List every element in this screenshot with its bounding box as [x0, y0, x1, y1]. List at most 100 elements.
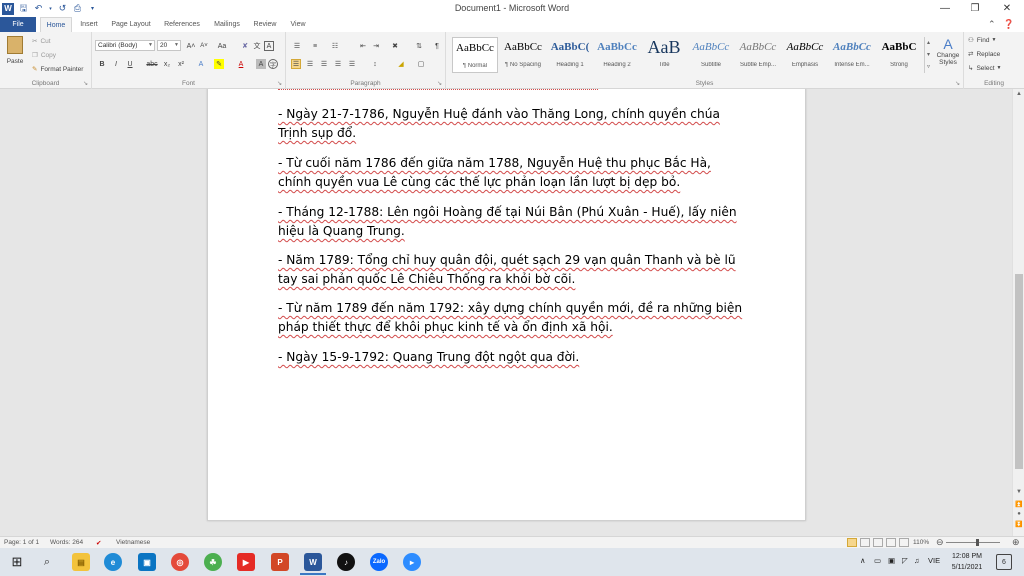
paragraph[interactable]: - Năm 1789: Tổng chỉ huy quân đội, quét …: [278, 251, 748, 289]
notifications-button[interactable]: 6: [996, 554, 1012, 570]
clear-formatting-icon[interactable]: ✘: [240, 41, 250, 51]
print-layout-view-button[interactable]: [847, 538, 857, 547]
draft-view-button[interactable]: [899, 538, 909, 547]
style-heading-1[interactable]: AaBbC( Heading 1: [547, 37, 593, 73]
tray-overflow-icon[interactable]: ∧: [860, 556, 866, 565]
bold-icon[interactable]: B: [97, 59, 107, 69]
change-styles-button[interactable]: A Change Styles: [934, 36, 962, 66]
font-name-combo[interactable]: Calibri (Body) ▼: [95, 40, 155, 51]
restore-button[interactable]: ❐: [960, 0, 990, 17]
superscript-icon[interactable]: x²: [176, 59, 186, 69]
tab-view[interactable]: View: [284, 17, 312, 32]
tab-mailings[interactable]: Mailings: [208, 17, 246, 32]
search-icon[interactable]: ⌕: [38, 553, 56, 571]
wifi-icon[interactable]: ◸: [902, 556, 908, 565]
asian-layout-icon[interactable]: ✖: [390, 41, 400, 51]
numbering-icon[interactable]: ≡: [310, 41, 320, 51]
style-strong[interactable]: AaBbC Strong: [876, 37, 922, 73]
style-title[interactable]: AaB Title: [641, 37, 687, 73]
close-button[interactable]: ✕: [992, 0, 1022, 17]
find-button[interactable]: ⚇ Find ▼: [968, 36, 996, 45]
battery-icon[interactable]: ▭: [874, 556, 881, 565]
align-center-icon[interactable]: ☰: [305, 59, 315, 69]
minimize-ribbon-icon[interactable]: ⌃: [988, 19, 996, 30]
powerpoint-icon[interactable]: P: [271, 553, 289, 571]
previous-page-icon[interactable]: ⏫: [1013, 501, 1024, 510]
youtube-icon[interactable]: ▶: [237, 553, 255, 571]
strikethrough-icon[interactable]: abc: [146, 59, 157, 69]
word-icon[interactable]: W: [304, 553, 322, 571]
select-button[interactable]: ↳ Select ▼: [968, 64, 1001, 73]
windows-start-icon[interactable]: ⊞: [8, 553, 26, 571]
paragraph[interactable]: - Từ cuối năm 1786 đến giữa năm 1788, Ng…: [278, 154, 748, 192]
style-subtle-emphasis[interactable]: AaBbCc Subtle Emp...: [735, 37, 781, 73]
multilevel-list-icon[interactable]: ☷: [330, 41, 340, 51]
clipboard-launcher-icon[interactable]: ↘: [83, 80, 88, 87]
zoom-in-icon[interactable]: ⊕: [1012, 537, 1020, 548]
enclose-characters-icon[interactable]: 字: [268, 59, 278, 69]
bullets-icon[interactable]: ☰: [292, 41, 302, 51]
increase-indent-icon[interactable]: ⇥: [371, 41, 381, 51]
tab-home[interactable]: Home: [40, 17, 72, 32]
styles-launcher-icon[interactable]: ↘: [955, 80, 960, 87]
style-emphasis[interactable]: AaBbCc Emphasis: [782, 37, 828, 73]
phonetic-guide-icon[interactable]: 文: [252, 41, 262, 51]
paragraph[interactable]: - Từ năm 1789 đến năm 1792: xây dựng chí…: [278, 299, 748, 337]
style-no-spacing[interactable]: AaBbCc ¶ No Spacing: [500, 37, 546, 73]
paragraph[interactable]: - Tháng 12-1788: Lên ngôi Hoàng đế tại N…: [278, 203, 748, 241]
grow-font-icon[interactable]: A˄: [186, 41, 196, 51]
edge-icon[interactable]: e: [104, 553, 122, 571]
zalo-icon[interactable]: Zalo: [370, 553, 388, 571]
shrink-font-icon[interactable]: A˅: [199, 41, 209, 51]
scroll-down-icon[interactable]: ▼: [1013, 489, 1024, 499]
paragraph-launcher-icon[interactable]: ↘: [437, 80, 442, 87]
zoom-slider[interactable]: [946, 542, 1000, 543]
scroll-up-icon[interactable]: ▲: [1013, 91, 1024, 101]
word-count[interactable]: Words: 264: [50, 539, 83, 546]
decrease-indent-icon[interactable]: ⇤: [358, 41, 368, 51]
next-page-icon[interactable]: ⏬: [1013, 521, 1024, 530]
tab-review[interactable]: Review: [248, 17, 282, 32]
file-explorer-icon[interactable]: ▤: [72, 553, 90, 571]
show-formatting-marks-icon[interactable]: ¶: [432, 41, 442, 51]
scrollbar-thumb[interactable]: [1015, 274, 1023, 469]
text-effects-icon[interactable]: A: [196, 59, 206, 69]
outline-view-button[interactable]: [886, 538, 896, 547]
volume-icon[interactable]: ♫: [914, 556, 920, 565]
paste-button[interactable]: Paste: [4, 36, 26, 74]
font-color-icon[interactable]: A: [236, 59, 246, 69]
borders-icon[interactable]: ▢: [416, 59, 426, 69]
justify-icon[interactable]: ☰: [333, 59, 343, 69]
tab-page-layout[interactable]: Page Layout: [106, 17, 156, 32]
zoom-slider-thumb[interactable]: [976, 539, 979, 546]
network-icon[interactable]: ▣: [888, 556, 895, 565]
help-icon[interactable]: ❓: [1003, 19, 1014, 30]
highlight-color-icon[interactable]: ✎: [214, 59, 224, 69]
zoom-level[interactable]: 110%: [913, 539, 929, 546]
browse-object-icon[interactable]: ●: [1013, 511, 1024, 520]
language-indicator[interactable]: Vietnamese: [116, 539, 150, 546]
distributed-icon[interactable]: ☰: [347, 59, 357, 69]
tab-references[interactable]: References: [158, 17, 206, 32]
input-language[interactable]: VIE: [928, 556, 940, 565]
tiktok-icon[interactable]: ♪: [337, 553, 355, 571]
font-launcher-icon[interactable]: ↘: [277, 80, 282, 87]
chrome-icon[interactable]: ◎: [171, 553, 189, 571]
change-case-icon[interactable]: Aa: [217, 41, 227, 51]
align-right-icon[interactable]: ☰: [319, 59, 329, 69]
paragraph[interactable]: - Ngày 15-9-1792: Quang Trung đột ngột q…: [278, 348, 748, 367]
style-intense-emphasis[interactable]: AaBbCc Intense Em...: [829, 37, 875, 73]
character-border-icon[interactable]: A: [264, 41, 274, 51]
zoom-out-icon[interactable]: ⊖: [936, 537, 944, 548]
proofing-icon[interactable]: ✔: [96, 539, 101, 547]
tab-insert[interactable]: Insert: [74, 17, 104, 32]
full-screen-reading-view-button[interactable]: [860, 538, 870, 547]
document-page[interactable]: - Ngày 21-7-1786, Nguyễn Huệ đánh vào Th…: [207, 89, 806, 521]
page-count[interactable]: Page: 1 of 1: [4, 539, 39, 546]
vertical-scrollbar[interactable]: ▲ ▼ ⏫ ● ⏬: [1012, 89, 1024, 536]
style-subtitle[interactable]: AaBbCc Subtitle: [688, 37, 734, 73]
shading-icon[interactable]: ◢: [396, 59, 406, 69]
tab-file[interactable]: File: [0, 17, 36, 32]
style-normal[interactable]: AaBbCc ¶ Normal: [452, 37, 498, 73]
format-painter-button[interactable]: ✎ Format Painter: [32, 65, 83, 74]
